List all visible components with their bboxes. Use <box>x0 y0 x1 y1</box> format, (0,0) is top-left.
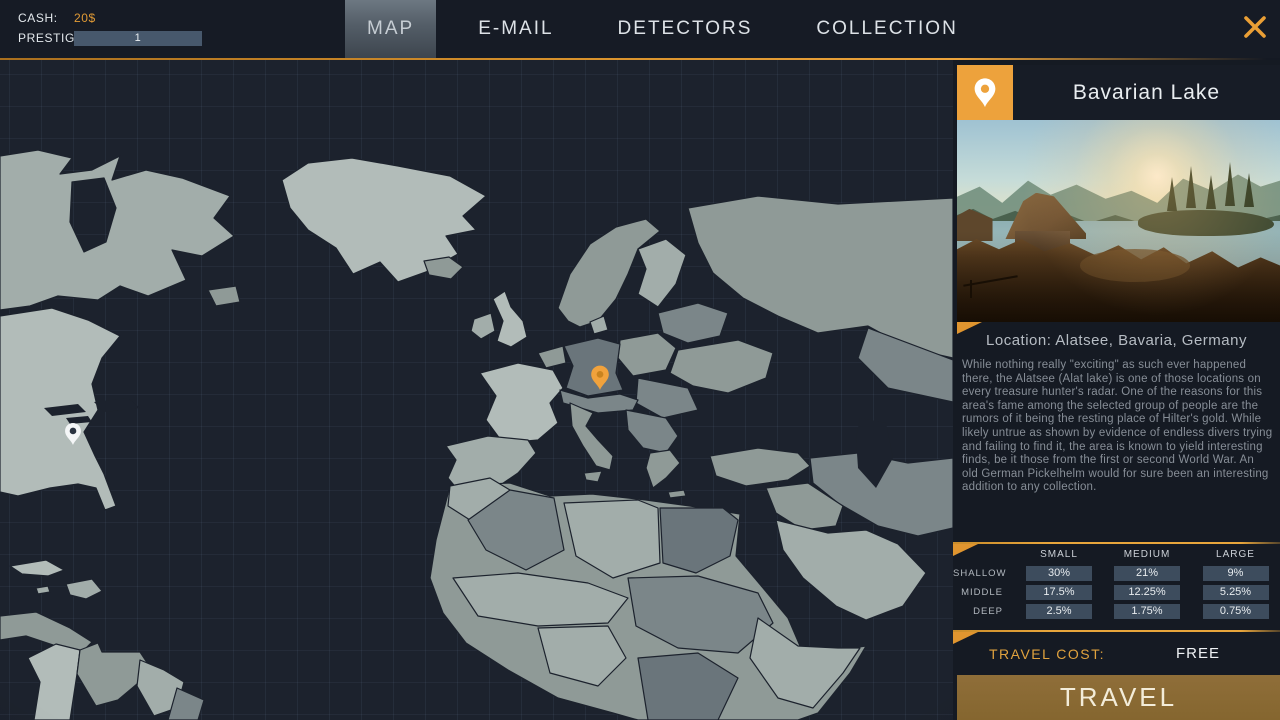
chance-cell: 5.25% <box>1203 585 1269 600</box>
chance-cell: 30% <box>1026 566 1092 581</box>
cash-label: CASH: <box>18 11 74 25</box>
column-header-large: LARGE <box>1191 548 1280 562</box>
location-pin-badge <box>957 65 1013 120</box>
prestige-value: 1 <box>135 32 142 44</box>
table-corner-spacer <box>953 548 1015 562</box>
location-panel: Bavarian Lake Location: Alatsee, Bavaria… <box>953 60 1280 720</box>
chance-cell: 9% <box>1203 566 1269 581</box>
row-label-shallow: SHALLOW <box>953 566 1015 581</box>
row-label-deep: DEEP <box>953 604 1015 619</box>
chance-cell: 0.75% <box>1203 604 1269 619</box>
location-photo <box>957 120 1280 322</box>
column-header-small: SMALL <box>1015 548 1103 562</box>
continents <box>0 150 953 720</box>
tab-email[interactable]: E-MAIL <box>456 0 575 58</box>
tab-collection[interactable]: COLLECTION <box>794 0 979 58</box>
world-map-svg <box>0 60 953 720</box>
location-title: Bavarian Lake <box>1013 65 1280 120</box>
prestige-bar: 1 <box>74 31 202 46</box>
game-screen: CASH: 20$ PRESTIGE: 1 MAP E-MAIL DETECTO… <box>0 0 1280 720</box>
cash-row: CASH: 20$ <box>18 8 202 28</box>
close-icon <box>1242 14 1268 40</box>
row-label-middle: MIDDLE <box>953 585 1015 600</box>
world-map[interactable] <box>0 60 953 720</box>
location-heading: Location: Alatsee, Bavaria, Germany <box>953 332 1280 349</box>
chance-cell: 17.5% <box>1026 585 1092 600</box>
travel-cost-label: TRAVEL COST: <box>989 646 1105 662</box>
travel-cost-value: FREE <box>1153 645 1243 662</box>
travel-section-divider <box>953 630 1280 632</box>
close-button[interactable] <box>1236 8 1274 46</box>
location-header: Bavarian Lake <box>957 65 1280 120</box>
table-section-divider <box>953 542 1280 544</box>
travel-button[interactable]: TRAVEL <box>957 675 1280 720</box>
tab-map[interactable]: MAP <box>345 0 436 58</box>
chance-cell: 1.75% <box>1114 604 1180 619</box>
chance-cell: 12.25% <box>1114 585 1180 600</box>
tab-detectors[interactable]: DETECTORS <box>596 0 775 58</box>
chance-cell: 21% <box>1114 566 1180 581</box>
top-bar: CASH: 20$ PRESTIGE: 1 MAP E-MAIL DETECTO… <box>0 0 1280 58</box>
column-header-medium: MEDIUM <box>1103 548 1191 562</box>
photo-light-glow <box>957 120 1280 322</box>
find-chance-table: SMALL MEDIUM LARGE SHALLOW 30% 21% 9% MI… <box>953 548 1280 619</box>
cash-value: 20$ <box>74 11 96 25</box>
player-hud: CASH: 20$ PRESTIGE: 1 <box>18 8 202 48</box>
chance-cell: 2.5% <box>1026 604 1092 619</box>
main-nav: MAP E-MAIL DETECTORS COLLECTION <box>345 0 1000 58</box>
map-pin-icon <box>972 77 998 109</box>
location-description: While nothing really "exciting" as such … <box>962 359 1273 495</box>
travel-cost-row: TRAVEL COST: FREE <box>953 638 1280 672</box>
prestige-row: PRESTIGE: 1 <box>18 28 202 48</box>
prestige-label: PRESTIGE: <box>18 31 74 45</box>
